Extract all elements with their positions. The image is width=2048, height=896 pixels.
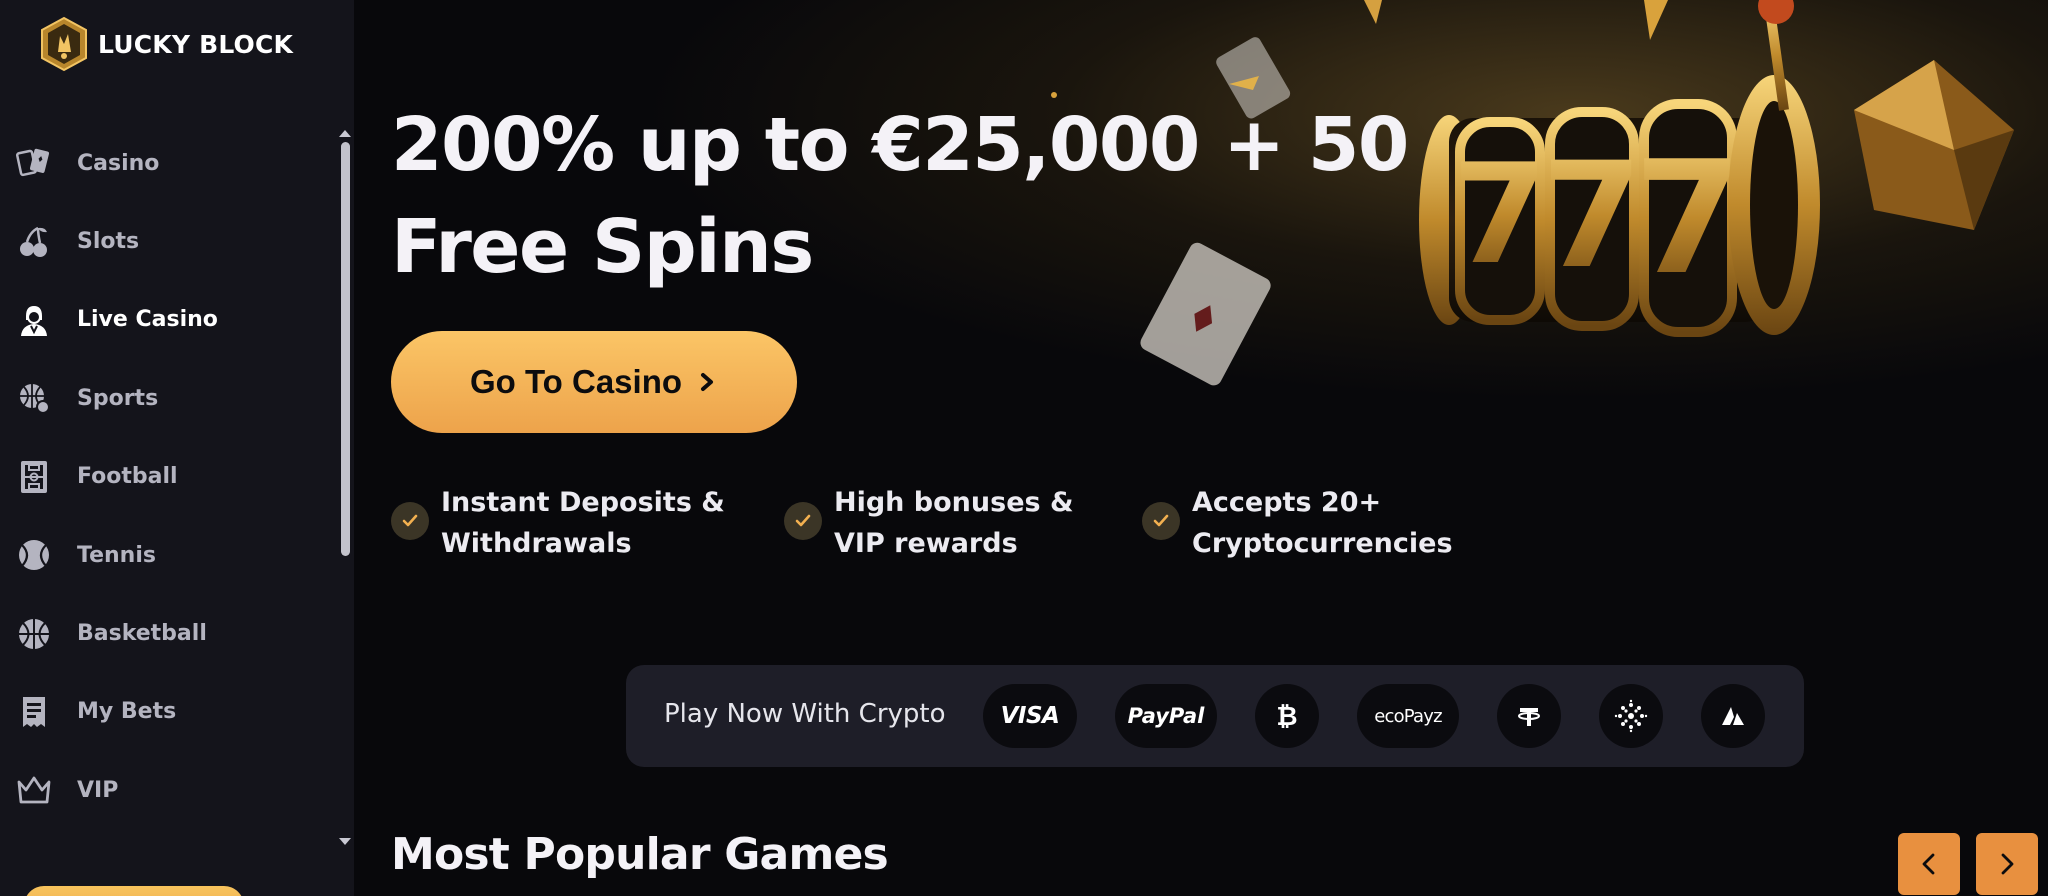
sidebar-item-vip[interactable]: VIP [0,751,336,829]
football-pitch-icon [14,457,54,497]
sidebar-item-label: Basketball [77,621,207,647]
sidebar-item-label: Live Casino [77,307,218,333]
svg-text:₿: ₿ [1276,702,1297,731]
crown-icon [14,770,54,810]
feature-high-bonuses: High bonuses & VIP rewards [784,482,1134,564]
check-icon [784,502,822,540]
sidebar-item-label: Football [77,464,178,490]
visa-logo[interactable]: VISA [983,684,1077,748]
sidebar-item-label: VIP [77,777,119,803]
receipt-icon [14,692,54,732]
paypal-text: PayPal [1127,704,1205,728]
logo[interactable]: LUCKY BLOCK [38,16,293,72]
sidebar-item-basketball[interactable]: Basketball [0,594,336,672]
sidebar-item-label: Casino [77,150,160,176]
sidebar-item-sports[interactable]: Sports [0,359,336,437]
scroll-down-arrow[interactable] [339,838,351,845]
cherries-icon [14,222,54,262]
paypal-logo[interactable]: PayPal [1115,684,1217,748]
feature-text: Instant Deposits & Withdrawals [441,482,741,564]
sidebar-item-my-bets[interactable]: My Bets [0,673,336,751]
svg-text:7: 7 [1634,127,1743,309]
ecopayz-logo[interactable]: ecoPayz [1357,684,1459,748]
feature-line: VIP rewards [834,528,1018,559]
visa-text: VISA [1000,703,1060,729]
sidebar-scrollbar-thumb[interactable] [341,142,350,556]
feature-line: High bonuses & [834,487,1074,518]
brand-name: LUCKY BLOCK [98,29,294,59]
hero-title-line-2: Free Spins [391,204,814,290]
carousel-next-button[interactable] [1976,833,2038,895]
go-to-casino-button[interactable]: Go To Casino [391,331,797,433]
tether-icon[interactable] [1497,684,1561,748]
sidebar-item-tennis[interactable]: Tennis [0,516,336,594]
feature-line: Accepts 20+ [1192,487,1382,518]
feature-text: High bonuses & VIP rewards [834,482,1134,564]
feature-line: Cryptocurrencies [1192,528,1453,559]
sidebar-item-casino[interactable]: Casino [0,124,336,202]
basketball-icon [14,614,54,654]
avalanche-icon[interactable] [1701,684,1765,748]
main-content: 7 7 7 200% up to €25,000 + 50 Free Spins [354,0,2048,896]
ecopayz-text: ecoPayz [1374,705,1442,727]
sidebar: LUCKY BLOCK Casino Slots Live Casino Spo… [0,0,354,896]
playing-cards-icon [14,143,54,183]
tennis-ball-icon [14,535,54,575]
payment-methods-label: Play Now With Crypto [664,699,946,729]
feature-accepts-crypto: Accepts 20+ Cryptocurrencies [1142,482,1492,564]
payment-methods-bar: Play Now With Crypto VISA PayPal ₿ ecoPa… [626,665,1804,767]
lucky-block-logo-icon [41,16,87,72]
hero-title-line-1: 200% up to €25,000 + 50 [391,102,1409,188]
chevron-left-icon [1922,853,1935,875]
cardano-icon[interactable] [1599,684,1663,748]
feature-instant-deposits: Instant Deposits & Withdrawals [391,482,741,564]
sidebar-item-label: Slots [77,229,140,255]
feature-text: Accepts 20+ Cryptocurrencies [1192,482,1492,564]
scroll-up-arrow[interactable] [339,130,351,137]
sidebar-item-label: Sports [77,385,159,411]
hero-title: 200% up to €25,000 + 50 Free Spins [391,94,1491,298]
sidebar-nav: Casino Slots Live Casino Sports Football [0,124,336,830]
feature-line: Withdrawals [441,528,632,559]
sidebar-cta-button[interactable] [24,886,244,896]
sports-ball-icon [14,378,54,418]
sidebar-item-label: Tennis [77,542,156,568]
carousel-prev-button[interactable] [1898,833,1960,895]
sidebar-item-football[interactable]: Football [0,438,336,516]
most-popular-games-title: Most Popular Games [391,829,889,880]
sidebar-item-label: My Bets [77,699,177,725]
check-icon [391,502,429,540]
sidebar-item-slots[interactable]: Slots [0,202,336,280]
dealer-icon [14,300,54,340]
bitcoin-icon[interactable]: ₿ [1255,684,1319,748]
feature-line: Instant Deposits & [441,487,725,518]
check-icon [1142,502,1180,540]
go-to-casino-label: Go To Casino [469,363,683,400]
svg-text:7: 7 [1541,131,1643,301]
chevron-right-icon [2001,853,2014,875]
sidebar-item-live-casino[interactable]: Live Casino [0,281,336,359]
chevron-right-icon [701,373,714,391]
